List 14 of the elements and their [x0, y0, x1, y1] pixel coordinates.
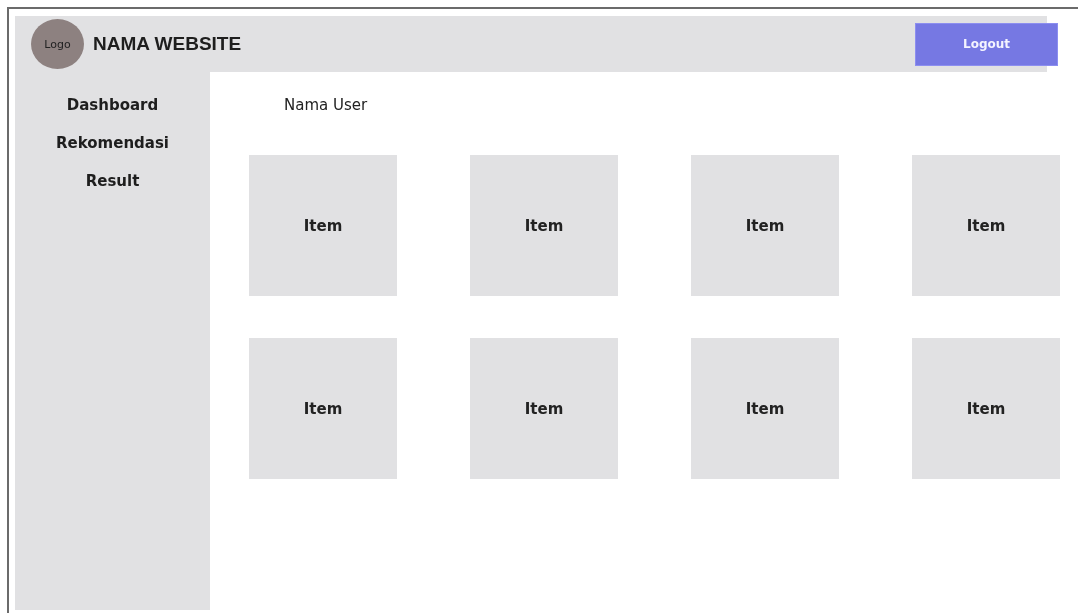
site-title: NAMA WEBSITE	[93, 33, 242, 55]
item-card[interactable]: Item	[470, 155, 618, 296]
item-card[interactable]: Item	[249, 155, 397, 296]
logo: Logo	[31, 19, 84, 69]
item-card[interactable]: Item	[691, 155, 839, 296]
item-card[interactable]: Item	[470, 338, 618, 479]
item-card[interactable]: Item	[912, 338, 1060, 479]
sidebar-item[interactable]: Dashboard	[66, 95, 159, 115]
sidebar-item[interactable]: Rekomendasi	[56, 133, 169, 153]
user-name: Nama User	[284, 95, 369, 115]
sidebar-item[interactable]: Result	[85, 171, 140, 191]
item-card[interactable]: Item	[912, 155, 1060, 296]
item-card[interactable]: Item	[691, 338, 839, 479]
item-card[interactable]: Item	[249, 338, 397, 479]
